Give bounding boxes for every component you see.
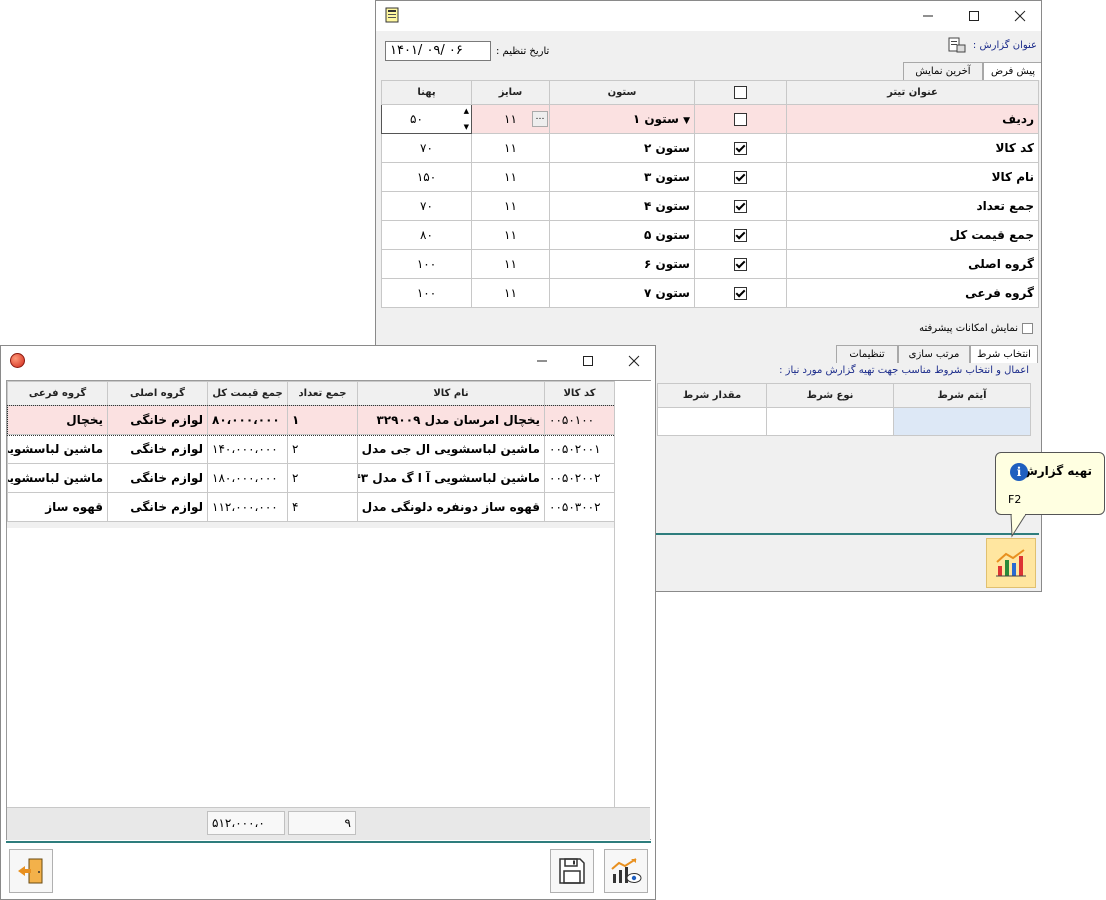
row-visible-checkbox[interactable] (734, 199, 747, 213)
chart-view-icon (611, 858, 642, 883)
result-grid-container: گروه فرعی گروه اصلی جمع قیمت کل جمع تعدا… (6, 380, 651, 840)
column-dropdown[interactable]: ▼ ستون ۱ (549, 104, 695, 134)
maximize-icon[interactable] (565, 346, 611, 376)
table-row[interactable]: ۱۰۰ ۱۱ ستون ۶ گروه اصلی (381, 249, 1039, 279)
table-row[interactable]: ۱۵۰ ۱۱ ستون ۳ نام کالا (381, 162, 1039, 192)
date-field[interactable]: ۱۴۰۱/ ۰۹/ ۰۶ (385, 41, 491, 61)
exit-door-icon (18, 858, 43, 884)
total-qty: ۹ (344, 816, 351, 830)
prepare-report-button[interactable] (986, 538, 1036, 588)
total-price-cell: ۵۱۲،۰۰۰،۰ (207, 811, 285, 835)
header-title: عنوان تیتر (786, 80, 1039, 105)
report-window-titlebar (376, 1, 1041, 31)
close-icon[interactable] (997, 1, 1041, 31)
tooltip-pointer (1010, 514, 1027, 538)
table-row[interactable]: ۵۰ ▲ ▼ ۱۱ … ▼ ستون ۱ ردیف (381, 104, 1039, 134)
tab-settings[interactable]: تنظیمات (836, 345, 898, 363)
condition-item-cell[interactable] (893, 407, 1031, 436)
header-condition-item: آیتم شرط (893, 383, 1031, 408)
tab-select-condition[interactable]: انتخاب شرط (970, 345, 1038, 363)
advanced-options-toggle[interactable]: نمایش امکانات پیشرفته (919, 323, 1033, 334)
table-row[interactable]: یخچال لوازم خانگی ۸۰،۰۰۰،۰۰۰ ۱ یخچال امر… (6, 404, 616, 436)
table-row[interactable]: ۱۰۰ ۱۱ ستون ۷ گروه فرعی (381, 278, 1039, 308)
size-cell[interactable]: ۱۱ … (471, 104, 550, 134)
header-condition-value: مقدار شرط (657, 383, 767, 408)
accent-divider (656, 533, 1039, 535)
table-row[interactable]: ۸۰ ۱۱ ستون ۵ جمع قیمت کل (381, 220, 1039, 250)
app-logo-icon (10, 353, 25, 368)
exit-button[interactable] (9, 849, 53, 893)
prepare-report-tooltip: تهیه گزارش i F2 (995, 452, 1105, 515)
row-visible-checkbox[interactable] (734, 112, 747, 126)
table-row[interactable]: ۷۰ ۱۱ ستون ۴ جمع تعداد (381, 191, 1039, 221)
chart-icon (996, 549, 1026, 577)
chevron-down-icon[interactable]: ▼ (683, 116, 690, 126)
table-row[interactable]: ۷۰ ۱۱ ستون ۲ کد کالا (381, 133, 1039, 163)
advanced-checkbox[interactable] (1022, 323, 1033, 334)
condition-value-cell[interactable] (657, 407, 767, 436)
row-title: ردیف (786, 104, 1039, 134)
header-width: پهنا (381, 80, 472, 105)
maximize-icon[interactable] (951, 1, 997, 31)
condition-hint: اعمال و انتخاب شروط مناسب جهت تهیه گزارش… (779, 365, 1029, 376)
tooltip-title: تهیه گزارش (1021, 464, 1092, 478)
header-size: سایز (471, 80, 550, 105)
tooltip-shortcut: F2 (1008, 493, 1022, 506)
header-product-code[interactable]: کد کالا (544, 381, 615, 406)
tab-default[interactable]: پیش فرض (983, 62, 1041, 80)
report-title-label: عنوان گزارش : (972, 40, 1037, 51)
row-visible-checkbox[interactable] (734, 257, 747, 271)
close-icon[interactable] (611, 346, 655, 376)
condition-grid: مقدار شرط نوع شرط آیتم شرط (657, 383, 1031, 436)
save-button[interactable] (550, 849, 594, 893)
header-condition-type: نوع شرط (766, 383, 894, 408)
header-column: ستون (549, 80, 695, 105)
condition-type-cell[interactable] (766, 407, 894, 436)
spinner-down-icon[interactable]: ▼ (464, 123, 469, 131)
report-title-icon (948, 37, 966, 56)
width-spinner[interactable]: ۵۰ ▲ ▼ (381, 104, 472, 134)
row-visible-checkbox[interactable] (734, 286, 747, 300)
save-icon (559, 858, 585, 884)
row-visible-checkbox[interactable] (734, 228, 747, 242)
header-subgroup[interactable]: گروه فرعی (7, 381, 108, 406)
vertical-scrollbar[interactable] (614, 381, 651, 839)
column-settings-grid: پهنا سایز ستون عنوان تیتر ۵۰ ▲ ▼ ۱۱ … ▼ … (381, 80, 1039, 308)
header-total-price[interactable]: جمع قیمت کل (207, 381, 288, 406)
tab-sorting[interactable]: مرتب سازی (898, 345, 970, 363)
ellipsis-button[interactable]: … (532, 111, 548, 127)
spinner-up-icon[interactable]: ▲ (464, 107, 469, 115)
row-visible-checkbox[interactable] (734, 141, 747, 155)
report-doc-icon (384, 7, 400, 26)
result-grid: گروه فرعی گروه اصلی جمع قیمت کل جمع تعدا… (6, 381, 616, 522)
result-window-titlebar (1, 346, 655, 376)
header-main-group[interactable]: گروه اصلی (107, 381, 208, 406)
preview-report-button[interactable] (604, 849, 648, 893)
table-row[interactable] (657, 407, 1031, 436)
info-icon: i (1010, 463, 1028, 481)
tab-last-view[interactable]: آخرین نمایش (903, 62, 983, 80)
total-price: ۵۱۲،۰۰۰،۰ (212, 816, 265, 830)
accent-divider (6, 841, 651, 843)
header-total-qty[interactable]: جمع تعداد (287, 381, 358, 406)
table-row[interactable]: ماشین لباسشویی لوازم خانگی ۱۸۰،۰۰۰،۰۰۰ ۲… (7, 463, 615, 493)
date-value: ۱۴۰۱/ ۰۹/ ۰۶ (390, 43, 463, 58)
grid-footer: ۵۱۲،۰۰۰،۰ ۹ (7, 807, 650, 840)
grid-empty-area (7, 528, 614, 808)
date-label: تاریخ تنظیم : (496, 46, 550, 57)
report-result-window: گروه فرعی گروه اصلی جمع قیمت کل جمع تعدا… (0, 345, 656, 900)
select-all-checkbox[interactable] (734, 86, 747, 99)
header-product-name[interactable]: نام کالا (357, 381, 545, 406)
row-visible-checkbox[interactable] (734, 170, 747, 184)
total-qty-cell: ۹ (288, 811, 356, 835)
table-row[interactable]: قهوه ساز لوازم خانگی ۱۱۲،۰۰۰،۰۰۰ ۴ قهوه … (7, 492, 615, 522)
header-visible-checkbox[interactable] (694, 80, 787, 105)
minimize-icon[interactable] (519, 346, 565, 376)
minimize-icon[interactable] (905, 1, 951, 31)
table-row[interactable]: ماشین لباسشویی لوازم خانگی ۱۴۰،۰۰۰،۰۰۰ ۲… (7, 434, 615, 464)
